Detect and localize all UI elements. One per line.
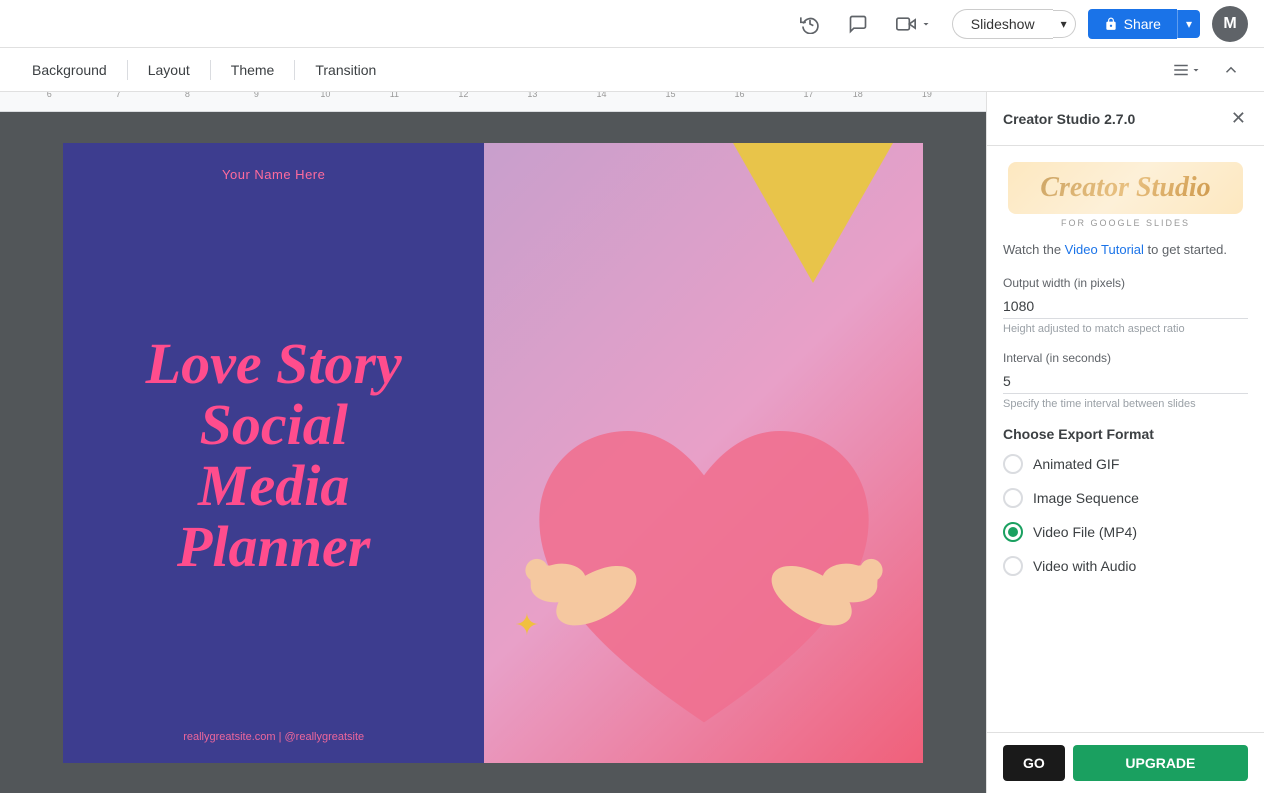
ruler-mark: 7 [116,92,121,99]
slide-canvas[interactable]: Your Name Here Love StorySocialMediaPlan… [63,143,923,763]
radio-image-sequence[interactable] [1003,488,1023,508]
menu-transition[interactable]: Transition [299,54,392,86]
slideshow-button-group: Slideshow ▾ [952,9,1076,39]
slide-name-text: Your Name Here [222,167,325,182]
export-option-video-mp4[interactable]: Video File (MP4) [1003,522,1248,542]
ruler-mark: 11 [390,92,399,99]
ruler-mark: 8 [185,92,190,99]
go-button[interactable]: GO [1003,745,1065,781]
slide-footer-text: reallygreatsite.com | @reallygreatsite [183,731,364,743]
history-button[interactable] [792,6,828,42]
logo-wrapper: Creator Studio [1008,162,1242,214]
logo-text: Creator Studio [1024,170,1226,206]
description-before-link: Watch the [1003,242,1065,257]
heart-illustration [514,373,894,763]
avatar[interactable]: M [1212,6,1248,42]
collapse-button[interactable] [1214,55,1248,85]
yellow-triangle [733,143,893,283]
ruler-mark: 17 [804,92,814,99]
menu-layout[interactable]: Layout [132,54,206,86]
sparkle-icon: ✦ [514,608,539,643]
ruler-mark: 15 [665,92,675,99]
radio-label-video-mp4: Video File (MP4) [1033,524,1137,540]
radio-label-animated-gif: Animated GIF [1033,456,1119,472]
ruler-mark: 16 [734,92,744,99]
ruler-mark: 10 [320,92,330,99]
slide-area: 6 7 8 9 10 11 12 13 14 15 16 17 18 19 [0,92,986,793]
top-toolbar: Slideshow ▾ Share ▾ M [0,0,1264,48]
radio-video-audio[interactable] [1003,556,1023,576]
export-section-title: Choose Export Format [1003,426,1248,442]
ruler-mark: 13 [527,92,537,99]
menu-background[interactable]: Background [16,54,123,86]
ruler-mark: 14 [596,92,606,99]
slide-left-panel: Your Name Here Love StorySocialMediaPlan… [63,143,484,763]
output-width-hint: Height adjusted to match aspect ratio [1003,323,1248,335]
comment-button[interactable] [840,6,876,42]
slideshow-dropdown-button[interactable]: ▾ [1053,10,1076,38]
secondary-toolbar: Background Layout Theme Transition [0,48,1264,92]
creator-studio-logo: Creator Studio FOR GOOGLE SLIDES [1003,162,1248,228]
panel-footer: GO UPGRADE [987,732,1264,793]
camera-button[interactable] [888,10,940,38]
share-button-group: Share ▾ [1088,9,1200,39]
export-option-animated-gif[interactable]: Animated GIF [1003,454,1248,474]
export-option-video-audio[interactable]: Video with Audio [1003,556,1248,576]
panel-close-button[interactable]: ✕ [1229,106,1248,131]
share-button[interactable]: Share [1088,9,1177,39]
radio-video-mp4[interactable] [1003,522,1023,542]
ruler-mark: 18 [853,92,863,99]
slideshow-button[interactable]: Slideshow [952,9,1053,39]
ruler-mark: 9 [254,92,259,99]
panel-title: Creator Studio 2.7.0 [1003,111,1135,127]
ruler-inner: 6 7 8 9 10 11 12 13 14 15 16 17 18 19 [0,92,986,109]
video-tutorial-link[interactable]: Video Tutorial [1065,242,1144,257]
interval-input[interactable] [1003,369,1248,394]
menu-theme[interactable]: Theme [215,54,291,86]
panel-body: Creator Studio FOR GOOGLE SLIDES Watch t… [987,146,1264,732]
output-width-input[interactable] [1003,294,1248,319]
ruler-mark: 12 [458,92,468,99]
toolbar-right-actions [1164,55,1248,85]
radio-label-video-audio: Video with Audio [1033,558,1136,574]
logo-subtitle: FOR GOOGLE SLIDES [1003,218,1248,228]
separator-3 [294,60,295,80]
description-after-link: to get started. [1144,242,1227,257]
arrange-button[interactable] [1164,55,1210,85]
panel-description: Watch the Video Tutorial to get started. [1003,240,1248,260]
radio-label-image-sequence: Image Sequence [1033,490,1139,506]
share-label: Share [1124,16,1161,32]
upgrade-button[interactable]: UPGRADE [1073,745,1248,781]
separator-1 [127,60,128,80]
slide-right-panel: ✦ [484,143,923,763]
main-content: 6 7 8 9 10 11 12 13 14 15 16 17 18 19 [0,92,1264,793]
share-dropdown-button[interactable]: ▾ [1177,10,1200,38]
export-option-image-sequence[interactable]: Image Sequence [1003,488,1248,508]
slide-canvas-wrapper: Your Name Here Love StorySocialMediaPlan… [0,112,986,793]
output-width-label: Output width (in pixels) [1003,276,1248,290]
ruler-mark: 6 [47,92,52,99]
ruler: 6 7 8 9 10 11 12 13 14 15 16 17 18 19 [0,92,986,112]
ruler-mark: 19 [922,92,932,99]
interval-hint: Specify the time interval between slides [1003,398,1248,410]
separator-2 [210,60,211,80]
panel: Creator Studio 2.7.0 ✕ Creator Studio FO… [986,92,1264,793]
interval-label: Interval (in seconds) [1003,351,1248,365]
radio-animated-gif[interactable] [1003,454,1023,474]
panel-header: Creator Studio 2.7.0 ✕ [987,92,1264,146]
slide-title-text: Love StorySocialMediaPlanner [146,182,402,731]
